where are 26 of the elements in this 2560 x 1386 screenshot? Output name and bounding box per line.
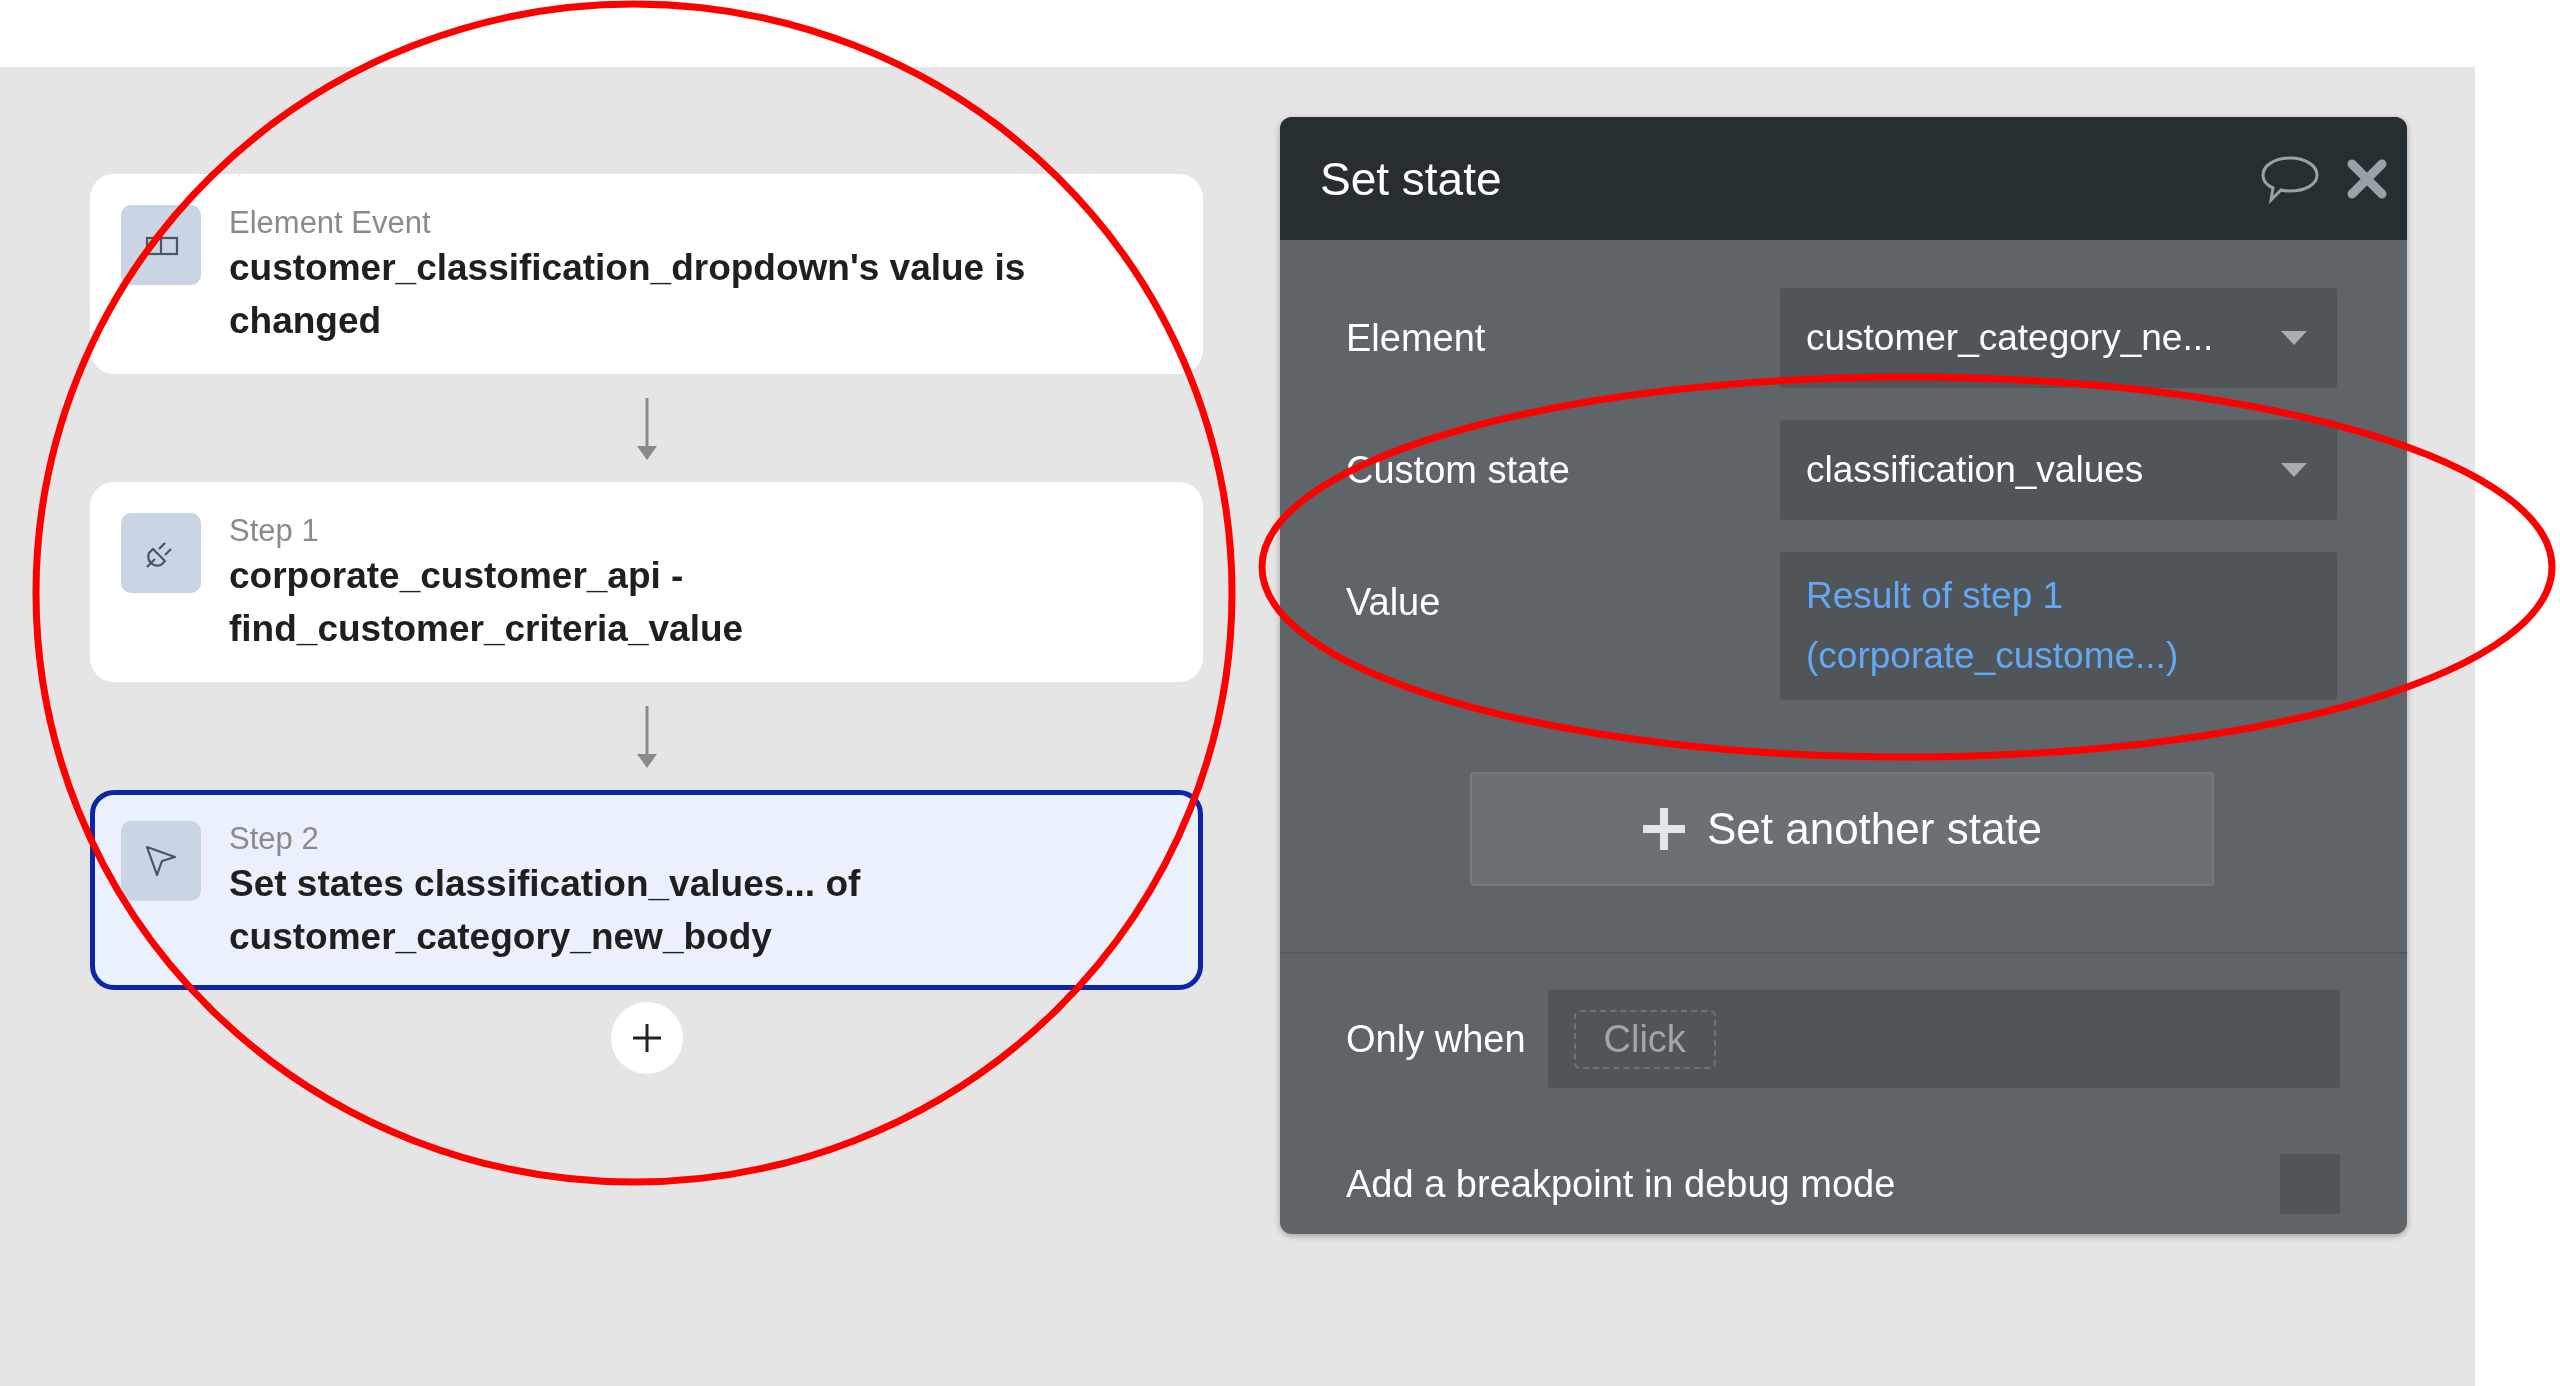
step-title: Set states classification_values... of customer_category_new_body <box>229 862 862 959</box>
step-title: customer_classification_dropdown's value is changed <box>229 246 1027 343</box>
field-label: Only when <box>1346 1017 1526 1061</box>
panel-title: Set state <box>1320 151 1502 206</box>
field-label: Value <box>1346 580 1441 625</box>
plus-icon <box>1640 806 1687 852</box>
step-title: corporate_customer_api - find_customer_criteria_value <box>229 554 745 651</box>
close-icon[interactable] <box>2347 158 2387 199</box>
workflow-step-card[interactable]: Element Event customer_classification_dropdown's value is changed <box>90 174 1203 374</box>
step-label: Step 2 <box>229 821 319 857</box>
cursor-icon <box>143 843 179 879</box>
step-label: Element Event <box>229 205 431 241</box>
breakpoint-label: Add a breakpoint in debug mode <box>1346 1162 1896 1207</box>
down-arrow-icon <box>634 398 659 462</box>
caret-icon <box>2281 463 2307 477</box>
plus-icon <box>630 1022 663 1054</box>
workflow-step-card[interactable]: Step 2 Set states classification_values... of customer_category_new_body <box>90 790 1203 990</box>
dropdown-field[interactable]: customer_category_ne... <box>1780 288 2337 388</box>
caret-icon <box>2281 331 2307 345</box>
field-label: Element <box>1346 316 1486 361</box>
step-label: Step 1 <box>229 513 319 549</box>
down-arrow-icon <box>634 706 659 770</box>
dropdown-field[interactable]: classification_values <box>1780 420 2337 520</box>
set-another-state-button[interactable]: Set another state <box>1469 772 2214 886</box>
field-label: Custom state <box>1346 448 1570 493</box>
workflow-step-card[interactable]: Step 1 corporate_customer_api - find_customer_criteria_value <box>90 482 1203 682</box>
